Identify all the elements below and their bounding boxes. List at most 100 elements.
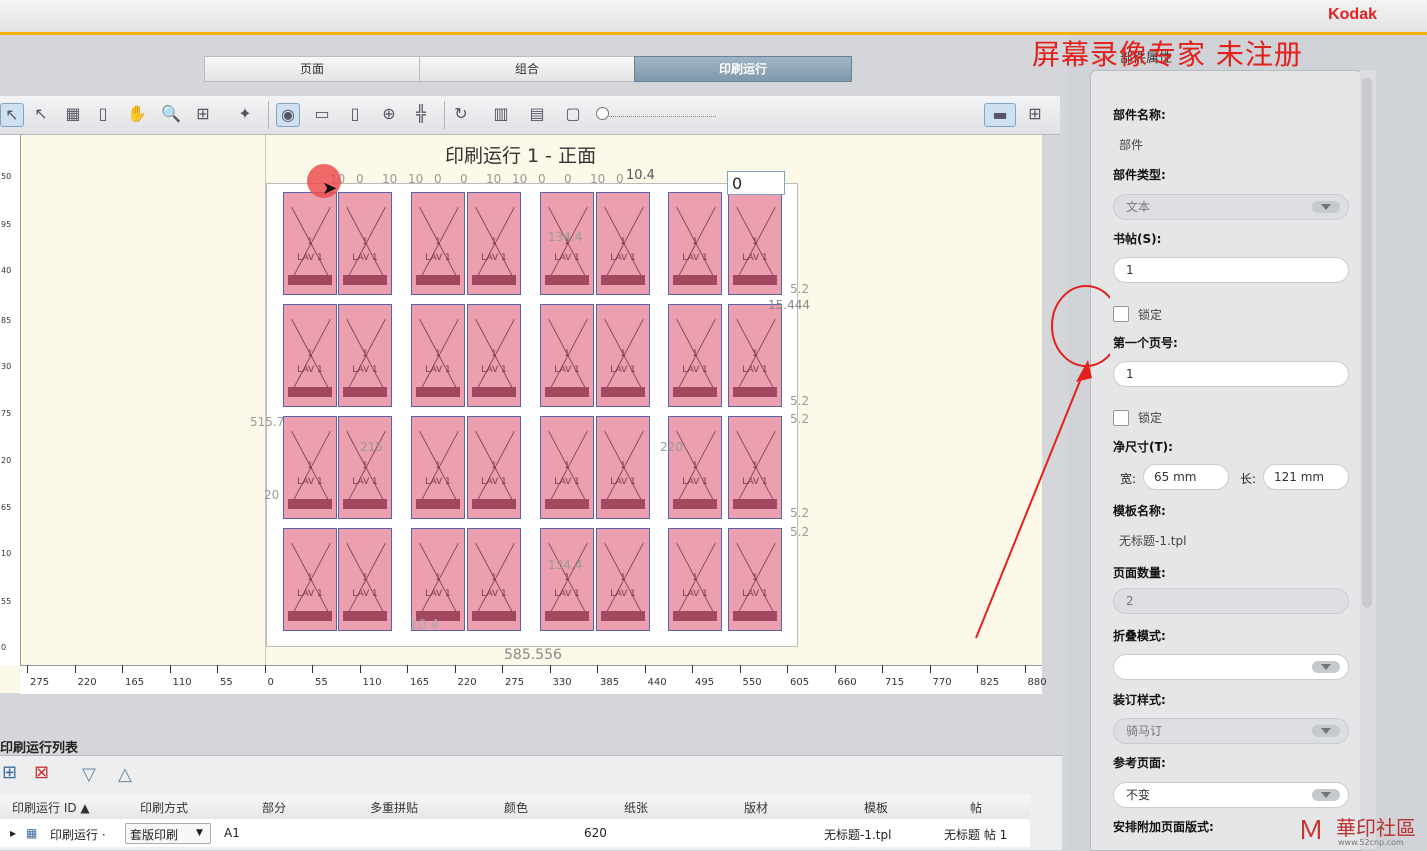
imposed-page[interactable]: 1 LAV 1	[338, 416, 392, 519]
part-type-select[interactable]: 文本	[1113, 194, 1349, 220]
imposed-page[interactable]: 1 LAV 1	[411, 192, 465, 295]
imposed-page[interactable]: 1 LAV 1	[728, 528, 782, 631]
signature-input[interactable]: 1	[1113, 257, 1349, 283]
dim-side: 5.2	[790, 525, 810, 539]
single-view-icon[interactable]: ▬	[984, 103, 1016, 127]
imposed-page[interactable]: 1 LAV 1	[728, 192, 782, 295]
col-part[interactable]: 部分	[262, 799, 286, 816]
imposed-page[interactable]: 1 LAV 1	[668, 192, 722, 295]
hruler-label: 165	[125, 677, 145, 688]
col-press-run-id[interactable]: 印刷运行 ID ▲	[12, 799, 90, 816]
page-mark: LAV 1	[610, 365, 636, 375]
add-press-run-icon[interactable]: ⊞	[2, 762, 17, 783]
first-page-input[interactable]: 1	[1113, 361, 1349, 387]
imposed-page[interactable]: 1 LAV 1	[596, 304, 650, 407]
view-eye-icon[interactable]: ◉	[276, 103, 300, 127]
vruler-label: 65	[1, 503, 12, 512]
imposed-page[interactable]: 1 LAV 1	[668, 304, 722, 407]
crosshair-icon[interactable]: ⊕	[378, 103, 400, 125]
select-arrow-icon[interactable]: ↖	[0, 103, 24, 127]
zoom-icon[interactable]: 🔍	[160, 103, 182, 125]
imposed-page[interactable]: 1 LAV 1	[467, 304, 521, 407]
col-paper[interactable]: 纸张	[624, 799, 648, 816]
imposed-page[interactable]: 1 LAV 1	[467, 528, 521, 631]
page-icon[interactable]: ▯	[92, 103, 114, 125]
lock-checkbox-2[interactable]	[1113, 410, 1129, 426]
col-signature[interactable]: 帖	[970, 799, 982, 816]
properties-scroll-thumb[interactable]	[1362, 78, 1372, 608]
move-down-icon[interactable]: ▽	[82, 764, 96, 785]
tab-press-run[interactable]: 印刷运行	[634, 56, 852, 82]
move-up-icon[interactable]: △	[118, 764, 132, 785]
col-multi-tile[interactable]: 多重拼贴	[370, 799, 418, 816]
binding-value: 骑马订	[1126, 724, 1163, 738]
imposed-page[interactable]: 1 LAV 1	[668, 416, 722, 519]
imposed-page[interactable]: 1 LAV 1	[596, 192, 650, 295]
imposed-page[interactable]: 1 LAV 1	[338, 304, 392, 407]
imposed-page[interactable]: 1 LAV 1	[338, 528, 392, 631]
page-bar	[601, 275, 645, 285]
imposed-page[interactable]: 1 LAV 1	[540, 304, 594, 407]
imposed-page[interactable]: 1 LAV 1	[283, 416, 337, 519]
imposed-page[interactable]: 1 LAV 1	[668, 528, 722, 631]
wizard-icon[interactable]: ✦	[234, 103, 256, 125]
col-method[interactable]: 印刷方式	[140, 799, 188, 816]
imposed-page[interactable]: 1 LAV 1	[411, 304, 465, 407]
binding-select[interactable]: 骑马订	[1113, 718, 1349, 744]
flip-icon[interactable]: ▤	[526, 103, 548, 125]
gutter-icon[interactable]: ╬	[410, 103, 432, 125]
layout-icon[interactable]: ⊞	[192, 103, 214, 125]
imposed-page[interactable]: 1 LAV 1	[411, 416, 465, 519]
imposed-page[interactable]: 1 LAV 1	[467, 192, 521, 295]
imposed-page[interactable]: 1 LAV 1	[338, 192, 392, 295]
col-color[interactable]: 颜色	[504, 799, 528, 816]
page-bar	[733, 499, 777, 509]
expand-icon[interactable]: ▸	[10, 826, 16, 840]
imposed-page[interactable]: 1 LAV 1	[596, 416, 650, 519]
page-grid-icon[interactable]: ▦	[62, 103, 84, 125]
pointer-icon[interactable]: ↖	[30, 103, 52, 125]
page-mark: LAV 1	[481, 365, 507, 375]
imposed-page[interactable]: 1 LAV 1	[728, 416, 782, 519]
hruler-label: 880	[1027, 677, 1047, 688]
page-bar	[343, 499, 387, 509]
imposed-page[interactable]: 1 LAV 1	[283, 528, 337, 631]
imposed-page[interactable]: 1 LAV 1	[467, 416, 521, 519]
col-plate[interactable]: 版材	[744, 799, 768, 816]
imposed-page[interactable]: 1 LAV 1	[411, 528, 465, 631]
zoom-slider[interactable]	[598, 110, 716, 117]
imposed-page[interactable]: 1 LAV 1	[728, 304, 782, 407]
page-number: 1	[692, 349, 698, 359]
tab-pages[interactable]: 页面	[204, 56, 420, 82]
fold-mode-select[interactable]	[1113, 654, 1349, 680]
imposed-page[interactable]: 1 LAV 1	[283, 192, 337, 295]
zoom-slider-knob[interactable]	[596, 107, 609, 120]
comment-icon[interactable]: ▢	[562, 103, 584, 125]
page-mark: LAV 1	[297, 589, 323, 599]
imposed-page[interactable]: 1 LAV 1	[540, 416, 594, 519]
multi-view-icon[interactable]: ⊞	[1020, 103, 1050, 125]
ruler-icon[interactable]: ▭	[306, 103, 338, 125]
col-template[interactable]: 模板	[864, 799, 888, 816]
arrange-icon[interactable]: ▥	[490, 103, 512, 125]
page-bar	[288, 499, 332, 509]
sheet-icon[interactable]: ▯	[344, 103, 366, 125]
imposed-page[interactable]: 1 LAV 1	[540, 528, 594, 631]
ref-page-select[interactable]: 不变	[1113, 782, 1349, 808]
page-mark: LAV 1	[352, 365, 378, 375]
hruler-tick	[597, 665, 598, 673]
lock-checkbox-1[interactable]	[1113, 306, 1129, 322]
tab-assembly[interactable]: 组合	[419, 56, 635, 82]
rotate-icon[interactable]: ↻	[450, 103, 472, 125]
page-mark: LAV 1	[297, 365, 323, 375]
imposed-page[interactable]: 1 LAV 1	[596, 528, 650, 631]
hand-icon[interactable]: ✋	[126, 103, 148, 125]
page-bar	[545, 611, 589, 621]
imposed-page[interactable]: 1 LAV 1	[283, 304, 337, 407]
delete-press-run-icon[interactable]: ⊠	[34, 762, 49, 783]
width-input[interactable]: 65 mm	[1143, 464, 1229, 490]
page-number: 1	[620, 573, 626, 583]
length-input[interactable]: 121 mm	[1263, 464, 1349, 490]
logo-name: 華印社區	[1336, 816, 1416, 840]
dimension-value-input[interactable]: 0	[727, 171, 785, 195]
